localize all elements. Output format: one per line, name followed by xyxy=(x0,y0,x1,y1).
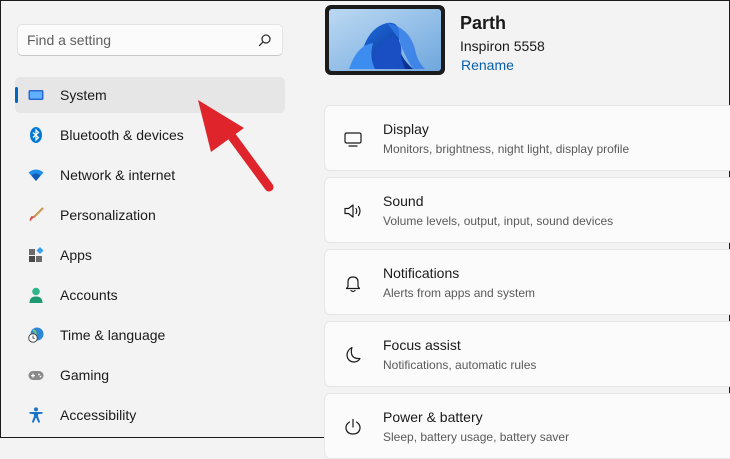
setting-card-subtitle: Alerts from apps and system xyxy=(383,286,536,300)
display-icon xyxy=(344,132,362,147)
setting-card-notifications[interactable]: Notifications Alerts from apps and syste… xyxy=(324,249,730,315)
window-frame: System Bluetooth & devices Network & int… xyxy=(0,0,730,459)
setting-card-sound[interactable]: Sound Volume levels, output, input, soun… xyxy=(324,177,730,243)
brush-icon xyxy=(29,207,44,222)
setting-card-power-battery[interactable]: Power & battery Sleep, battery usage, ba… xyxy=(324,393,730,459)
setting-card-title: Power & battery xyxy=(383,409,483,425)
setting-card-title: Display xyxy=(383,121,429,137)
sidebar-item-network[interactable]: Network & internet xyxy=(15,157,285,193)
sidebar-item-label: Accessibility xyxy=(60,407,137,423)
setting-card-title: Focus assist xyxy=(383,337,461,353)
bluetooth-icon xyxy=(30,127,42,143)
sidebar-item-label: Personalization xyxy=(60,207,156,223)
search-input[interactable] xyxy=(27,25,252,55)
sidebar-nav: System Bluetooth & devices Network & int… xyxy=(15,77,285,437)
sidebar-item-accessibility[interactable]: Accessibility xyxy=(15,397,285,433)
sidebar-item-label: Bluetooth & devices xyxy=(60,127,184,143)
moon-icon xyxy=(346,346,361,363)
gamepad-icon xyxy=(28,371,44,380)
account-icon xyxy=(29,287,43,303)
search-box[interactable] xyxy=(17,24,283,56)
sidebar-item-system[interactable]: System xyxy=(15,77,285,113)
rename-link[interactable]: Rename xyxy=(461,57,514,73)
sidebar-item-label: Accounts xyxy=(60,287,118,303)
search-icon[interactable] xyxy=(258,33,272,47)
setting-card-title: Sound xyxy=(383,193,424,209)
globe-clock-icon xyxy=(28,327,44,343)
sidebar-item-label: Apps xyxy=(60,247,92,263)
sidebar-item-bluetooth[interactable]: Bluetooth & devices xyxy=(15,117,285,153)
device-wallpaper-thumbnail xyxy=(325,5,445,75)
setting-card-subtitle: Monitors, brightness, night light, displ… xyxy=(383,142,630,156)
wifi-icon xyxy=(28,169,44,181)
sidebar-item-gaming[interactable]: Gaming xyxy=(15,357,285,393)
bell-icon xyxy=(345,276,361,293)
apps-icon xyxy=(29,247,44,262)
setting-card-title: Notifications xyxy=(383,265,460,281)
wallpaper-bloom-image xyxy=(329,9,441,71)
system-icon xyxy=(28,90,44,100)
setting-card-subtitle: Volume levels, output, input, sound devi… xyxy=(383,214,614,228)
sidebar-item-personalization[interactable]: Personalization xyxy=(15,197,285,233)
sidebar-item-label: Gaming xyxy=(60,367,110,383)
setting-card-display[interactable]: Display Monitors, brightness, night ligh… xyxy=(324,105,730,171)
power-icon xyxy=(345,418,361,435)
sidebar-item-apps[interactable]: Apps xyxy=(15,237,285,273)
speaker-icon xyxy=(344,204,361,218)
active-indicator xyxy=(15,87,18,103)
sidebar-item-label: Network & internet xyxy=(60,167,176,183)
sidebar-item-label: System xyxy=(60,87,107,103)
device-name: Parth xyxy=(460,13,507,33)
device-model: Inspiron 5558 xyxy=(460,38,545,54)
sidebar-item-time-language[interactable]: Time & language xyxy=(15,317,285,353)
setting-card-subtitle: Notifications, automatic rules xyxy=(383,358,537,372)
accessibility-icon xyxy=(29,407,43,423)
setting-card-subtitle: Sleep, battery usage, battery saver xyxy=(383,430,570,444)
setting-card-focus-assist[interactable]: Focus assist Notifications, automatic ru… xyxy=(324,321,730,387)
sidebar-item-label: Time & language xyxy=(60,327,166,343)
sidebar-item-accounts[interactable]: Accounts xyxy=(15,277,285,313)
